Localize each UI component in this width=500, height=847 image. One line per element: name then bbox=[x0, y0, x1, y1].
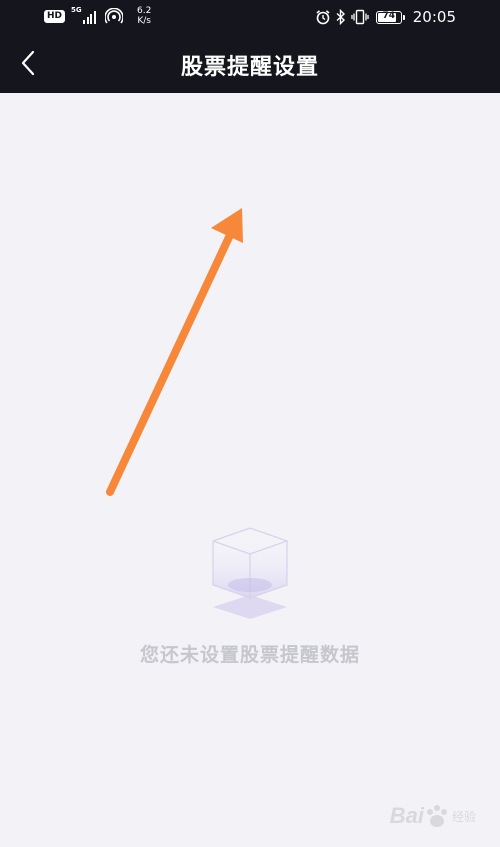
page-title: 股票提醒设置 bbox=[180, 54, 319, 80]
app-header: HD 5G 6.2 K/s 74 20:05 股票提醒设置 bbox=[0, 0, 500, 93]
vibrate-icon bbox=[351, 9, 369, 25]
hd-badge: HD bbox=[44, 9, 66, 23]
paw-icon bbox=[426, 805, 447, 827]
network-type-label: 5G bbox=[71, 6, 82, 14]
status-time: 20:05 bbox=[412, 8, 456, 26]
cellular-signal-icon: 5G bbox=[71, 6, 99, 24]
annotation-arrow-icon bbox=[106, 208, 243, 496]
status-bar-right: 74 20:05 bbox=[315, 8, 456, 26]
battery-icon: 74 bbox=[375, 10, 405, 24]
network-speed: 6.2 K/s bbox=[137, 6, 151, 26]
empty-state-message: 您还未设置股票提醒数据 bbox=[139, 644, 360, 666]
baidu-watermark: Bai 经验 bbox=[390, 803, 476, 829]
empty-box-icon bbox=[212, 527, 289, 619]
watermark-text: Bai bbox=[389, 803, 424, 828]
status-bar-left: HD 5G 6.2 K/s bbox=[44, 6, 151, 26]
status-bar: HD 5G 6.2 K/s 74 20:05 bbox=[0, 0, 500, 36]
battery-level: 74 bbox=[382, 10, 396, 21]
hotspot-icon bbox=[105, 8, 124, 24]
speed-value: 6.2 bbox=[137, 6, 152, 16]
bluetooth-icon bbox=[336, 9, 345, 25]
watermark-sub: 经验 bbox=[451, 809, 476, 824]
speed-unit: K/s bbox=[137, 16, 151, 26]
alarm-icon bbox=[316, 10, 330, 25]
